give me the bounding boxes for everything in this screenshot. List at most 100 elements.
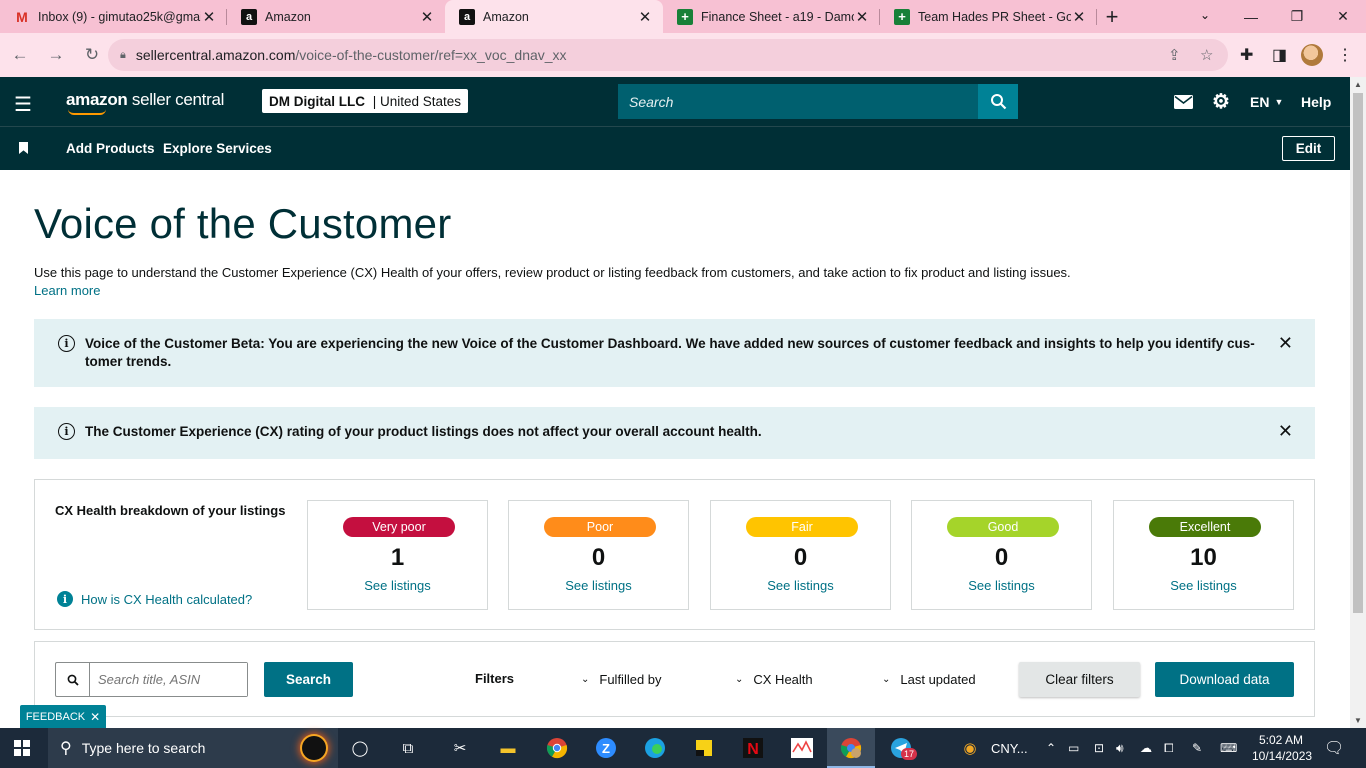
file-explorer-icon[interactable]: ▬ xyxy=(496,736,520,760)
snipping-tool-icon[interactable]: ✂ xyxy=(448,736,472,760)
tab-team-hades[interactable]: + Team Hades PR Sheet - Google ✕ xyxy=(880,0,1097,33)
settings-gear-icon[interactable]: ⚙ xyxy=(1212,77,1230,126)
minimize-icon[interactable]: — xyxy=(1228,0,1274,33)
status-badge: Very poor xyxy=(343,517,455,537)
mail-icon[interactable] xyxy=(1174,77,1193,126)
windows-start-icon[interactable] xyxy=(14,740,30,756)
close-icon[interactable]: ✕ xyxy=(1071,8,1087,26)
back-arrow-icon[interactable]: ← xyxy=(4,39,36,71)
cx-health-dropdown[interactable]: ⌄ CX Health xyxy=(735,672,813,687)
close-icon[interactable]: ✕ xyxy=(90,710,100,724)
currency-coins-icon[interactable]: ◉ xyxy=(958,736,982,760)
header-search-input[interactable] xyxy=(618,84,978,119)
last-updated-dropdown[interactable]: ⌄ Last updated xyxy=(882,672,976,687)
bookmark-bar: Add Products Explore Services Edit xyxy=(0,126,1350,170)
listing-count: 0 xyxy=(591,544,606,571)
close-icon[interactable]: ✕ xyxy=(1278,421,1293,442)
cx-health-help-link[interactable]: i How is CX Health calculated? xyxy=(57,591,252,607)
pen-icon[interactable]: ✎ xyxy=(1192,728,1202,768)
search-icon xyxy=(990,94,1006,110)
close-icon[interactable]: ✕ xyxy=(419,8,435,26)
scroll-thumb[interactable] xyxy=(1353,93,1363,613)
share-icon[interactable]: ⇪ xyxy=(1168,46,1181,64)
cx-card-good: Good 0 See listings xyxy=(911,500,1092,610)
address-bar[interactable]: 🔒︎ sellercentral.amazon.com/voice-of-the… xyxy=(108,39,1228,71)
clear-filters-button[interactable]: Clear filters xyxy=(1019,662,1140,697)
feedback-button[interactable]: FEEDBACK ✕ xyxy=(20,705,106,728)
restore-icon[interactable]: ❐ xyxy=(1274,0,1320,33)
zoom-icon[interactable]: Z xyxy=(594,736,618,760)
taskbar-search[interactable]: ⚲ Type here to search xyxy=(48,728,338,768)
search-icon xyxy=(56,663,90,696)
close-icon[interactable]: ✕ xyxy=(1278,333,1293,354)
chrome-icon[interactable] xyxy=(545,736,569,760)
device-icon[interactable]: ⊡ xyxy=(1094,728,1104,768)
scroll-down-icon[interactable]: ▼ xyxy=(1350,716,1366,725)
side-panel-icon[interactable]: ◨ xyxy=(1272,33,1287,77)
tab-title: Team Hades PR Sheet - Google xyxy=(918,9,1071,24)
tab-amazon-2[interactable]: a Amazon ✕ xyxy=(445,0,663,33)
see-listings-link[interactable]: See listings xyxy=(912,578,1091,593)
status-badge: Good xyxy=(947,517,1059,537)
tab-amazon-1[interactable]: a Amazon ✕ xyxy=(227,0,445,33)
seller-central-logo[interactable]: amazon seller central xyxy=(66,90,224,115)
notification-center-icon[interactable]: 🗨︎ xyxy=(1324,728,1344,768)
window-close-icon[interactable]: ✕ xyxy=(1320,0,1366,33)
listing-search-button[interactable]: Search xyxy=(264,662,353,697)
see-listings-link[interactable]: See listings xyxy=(308,578,487,593)
taskbar-clock[interactable]: 5:02 AM 10/14/2023 xyxy=(1252,732,1312,764)
listing-count: 10 xyxy=(1190,544,1217,571)
see-listings-link[interactable]: See listings xyxy=(509,578,688,593)
new-tab-button[interactable]: + xyxy=(1097,0,1127,33)
show-hidden-icons-chevron-icon[interactable]: ⌃ xyxy=(1046,728,1056,768)
netflix-icon[interactable]: N xyxy=(741,736,765,760)
fulfilled-by-dropdown[interactable]: ⌄ Fulfilled by xyxy=(581,672,662,687)
extensions-puzzle-icon[interactable]: ✚ xyxy=(1240,33,1253,77)
help-link[interactable]: Help xyxy=(1301,77,1331,126)
tab-finance-sheet[interactable]: + Finance Sheet - a19 - Damon ✕ xyxy=(663,0,880,33)
close-icon[interactable]: ✕ xyxy=(854,8,870,26)
close-icon[interactable]: ✕ xyxy=(201,8,217,26)
cortana-icon[interactable]: ◯ xyxy=(348,736,372,760)
keyboard-icon[interactable]: ⌨ xyxy=(1220,728,1237,768)
header-search-button[interactable] xyxy=(978,84,1018,119)
url-text: sellercentral.amazon.com/voice-of-the-cu… xyxy=(135,47,567,63)
currency-widget[interactable]: CNY... xyxy=(991,728,1028,768)
cx-rating-alert: i The Customer Experience (CX) rating of… xyxy=(34,407,1315,459)
learn-more-link[interactable]: Learn more xyxy=(34,283,100,298)
forward-arrow-icon[interactable]: → xyxy=(40,39,72,71)
battery-icon[interactable]: ▭ xyxy=(1068,728,1079,768)
alert-text: Voice of the Customer Beta: You are expe… xyxy=(85,336,1255,369)
task-view-icon[interactable]: ⧉ xyxy=(396,736,420,760)
display-icon[interactable]: ⧠ xyxy=(1164,728,1174,768)
sticky-notes-icon[interactable] xyxy=(692,736,716,760)
stocks-app-icon[interactable] xyxy=(790,736,814,760)
listing-search-input[interactable] xyxy=(90,663,247,696)
see-listings-link[interactable]: See listings xyxy=(1114,578,1293,593)
network-icon[interactable]: ☁ xyxy=(1140,728,1152,768)
see-listings-link[interactable]: See listings xyxy=(711,578,890,593)
hamburger-menu-icon[interactable]: ☰ xyxy=(14,92,32,117)
tab-search-chevron-icon[interactable]: ⌄ xyxy=(1194,0,1216,30)
page-scrollbar[interactable]: ▲ ▼ xyxy=(1350,77,1366,728)
account-switcher[interactable]: DM Digital LLC | United States xyxy=(262,89,469,113)
edge-icon[interactable] xyxy=(643,736,667,760)
amazon-icon: a xyxy=(459,8,475,25)
chrome-profile-icon[interactable] xyxy=(839,736,863,760)
bookmark-star-icon[interactable]: ☆ xyxy=(1200,46,1213,64)
tab-gmail[interactable]: M Inbox (9) - gimutao25k@gmail.com ✕ xyxy=(0,0,227,33)
edit-bookmarks-button[interactable]: Edit xyxy=(1282,136,1335,161)
scroll-up-icon[interactable]: ▲ xyxy=(1350,80,1366,89)
add-products-link[interactable]: Add Products xyxy=(66,141,155,156)
language-selector[interactable]: EN ▼ xyxy=(1250,77,1283,126)
telegram-icon[interactable]: 17 xyxy=(889,736,918,760)
close-icon[interactable]: ✕ xyxy=(637,8,653,26)
explore-services-link[interactable]: Explore Services xyxy=(163,141,272,156)
info-icon: i xyxy=(58,423,75,440)
volume-icon[interactable]: 🔊︎ xyxy=(1116,728,1124,768)
reload-icon[interactable]: ↻ xyxy=(76,39,108,71)
bookmark-icon[interactable] xyxy=(19,142,28,154)
download-data-button[interactable]: Download data xyxy=(1155,662,1294,697)
more-menu-icon[interactable]: ⋮ xyxy=(1337,33,1353,77)
avatar[interactable] xyxy=(1301,33,1323,77)
